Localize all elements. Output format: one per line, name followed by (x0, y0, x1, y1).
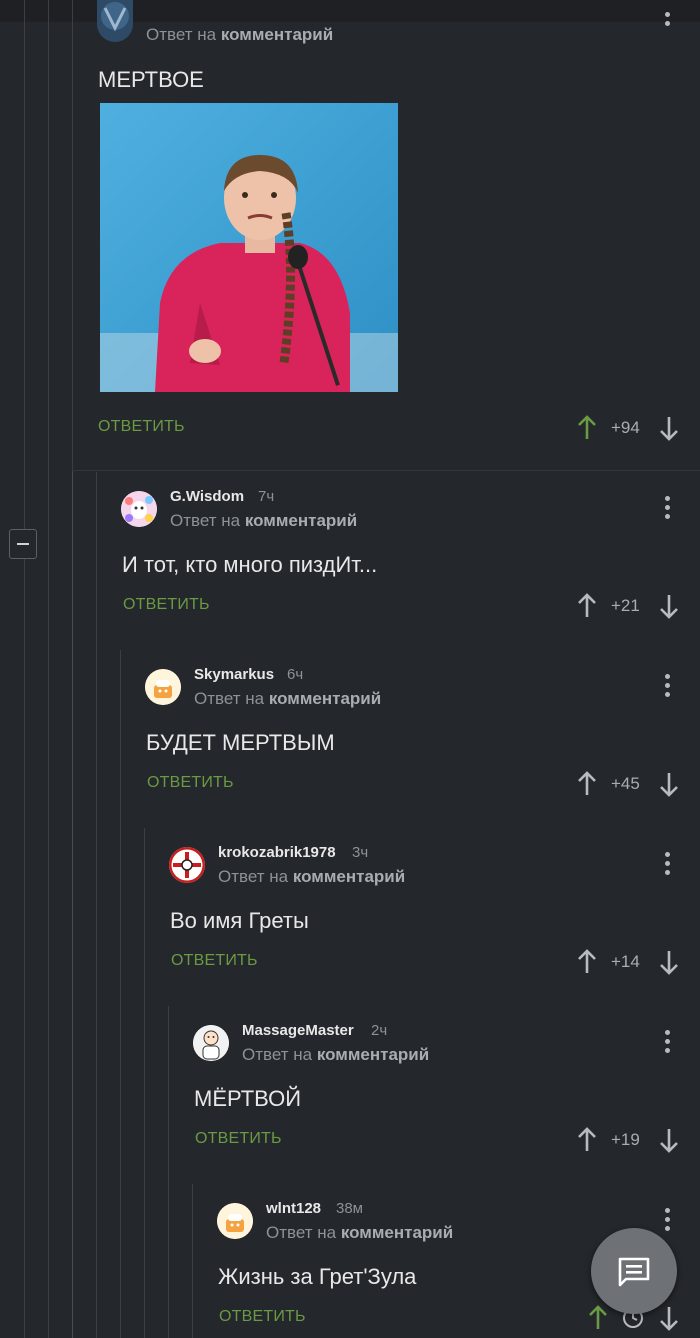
avatar[interactable] (145, 669, 181, 705)
divider (72, 470, 700, 471)
comment-text: И тот, кто много пиздИт... (122, 552, 378, 577)
username[interactable]: MassageMaster (242, 1022, 354, 1039)
more-vertical-icon[interactable] (665, 1030, 671, 1056)
thread-line (24, 0, 25, 1338)
arrow-up-icon[interactable] (576, 415, 598, 441)
arrow-down-icon[interactable] (658, 771, 680, 797)
reply-link[interactable]: комментарий (245, 511, 357, 530)
username[interactable]: G.Wisdom (170, 488, 244, 505)
arrow-up-icon[interactable] (587, 1305, 609, 1331)
reply-button[interactable]: ОТВЕТИТЬ (195, 1130, 282, 1148)
thread-line (192, 1184, 193, 1338)
timestamp: 38м (336, 1200, 363, 1217)
minus-icon (17, 543, 29, 545)
comments-icon (618, 1257, 650, 1287)
reply-link[interactable]: комментарий (269, 689, 381, 708)
comment-text: БУДЕТ МЕРТВЫМ (146, 730, 335, 755)
thread-line (72, 0, 73, 470)
more-vertical-icon[interactable] (665, 1208, 671, 1234)
timestamp: 2ч (371, 1022, 388, 1039)
comments-fab-button[interactable] (591, 1228, 677, 1314)
reply-note: Ответ на комментарий (194, 689, 382, 708)
reply-button[interactable]: ОТВЕТИТЬ (147, 774, 234, 792)
arrow-up-icon[interactable] (576, 1127, 598, 1153)
timestamp: 7ч (258, 488, 275, 505)
reply-link[interactable]: комментарий (221, 25, 333, 44)
thread-line (72, 470, 73, 1338)
score: +14 (611, 952, 640, 971)
arrow-down-icon[interactable] (658, 949, 680, 975)
reply-button[interactable]: ОТВЕТИТЬ (98, 418, 185, 436)
thread-line (48, 0, 49, 1338)
thread-line (96, 472, 97, 1338)
username[interactable]: wlnt128 (266, 1200, 321, 1217)
username[interactable]: Skymarkus (194, 666, 274, 683)
reply-link[interactable]: комментарий (317, 1045, 429, 1064)
score: +94 (611, 418, 640, 437)
reply-note: Ответ на комментарий (242, 1045, 430, 1064)
more-vertical-icon[interactable] (665, 496, 671, 522)
timestamp: 6ч (287, 666, 304, 683)
arrow-down-icon[interactable] (658, 593, 680, 619)
score: +21 (611, 596, 640, 615)
arrow-up-icon[interactable] (576, 771, 598, 797)
avatar[interactable] (193, 1025, 229, 1061)
arrow-down-icon[interactable] (658, 1305, 680, 1331)
avatar[interactable] (217, 1203, 253, 1239)
avatar[interactable] (169, 847, 205, 883)
thread-line (144, 828, 145, 1338)
thread-line (120, 650, 121, 1338)
more-vertical-icon[interactable] (665, 12, 671, 38)
reply-note: Ответ на комментарий (218, 867, 406, 886)
score: +45 (611, 774, 640, 793)
comment-text: МЕРТВОЕ (98, 67, 204, 92)
comment-image[interactable] (100, 103, 398, 392)
avatar[interactable] (97, 0, 133, 42)
arrow-down-icon[interactable] (658, 415, 680, 441)
score: +19 (611, 1130, 640, 1149)
more-vertical-icon[interactable] (665, 852, 671, 878)
timestamp: 3ч (352, 844, 369, 861)
reply-button[interactable]: ОТВЕТИТЬ (219, 1308, 306, 1326)
arrow-down-icon[interactable] (658, 1127, 680, 1153)
avatar[interactable] (121, 491, 157, 527)
reply-button[interactable]: ОТВЕТИТЬ (171, 952, 258, 970)
reply-button[interactable]: ОТВЕТИТЬ (123, 596, 210, 614)
comment-text: МЁРТВОЙ (194, 1086, 302, 1111)
more-vertical-icon[interactable] (665, 674, 671, 700)
reply-note: Ответ на комментарий (266, 1223, 454, 1242)
thread-line (168, 1006, 169, 1338)
username[interactable]: krokozabrik1978 (218, 844, 336, 861)
collapse-thread-button[interactable] (9, 529, 37, 559)
reply-link[interactable]: комментарий (293, 867, 405, 886)
reply-note: Ответ на комментарий (170, 511, 358, 530)
reply-note: Ответ на комментарий (146, 25, 334, 44)
comment-text: Жизнь за Грет'Зула (218, 1264, 417, 1289)
arrow-up-icon[interactable] (576, 593, 598, 619)
comment-text: Во имя Греты (170, 908, 309, 933)
reply-link[interactable]: комментарий (341, 1223, 453, 1242)
arrow-up-icon[interactable] (576, 949, 598, 975)
